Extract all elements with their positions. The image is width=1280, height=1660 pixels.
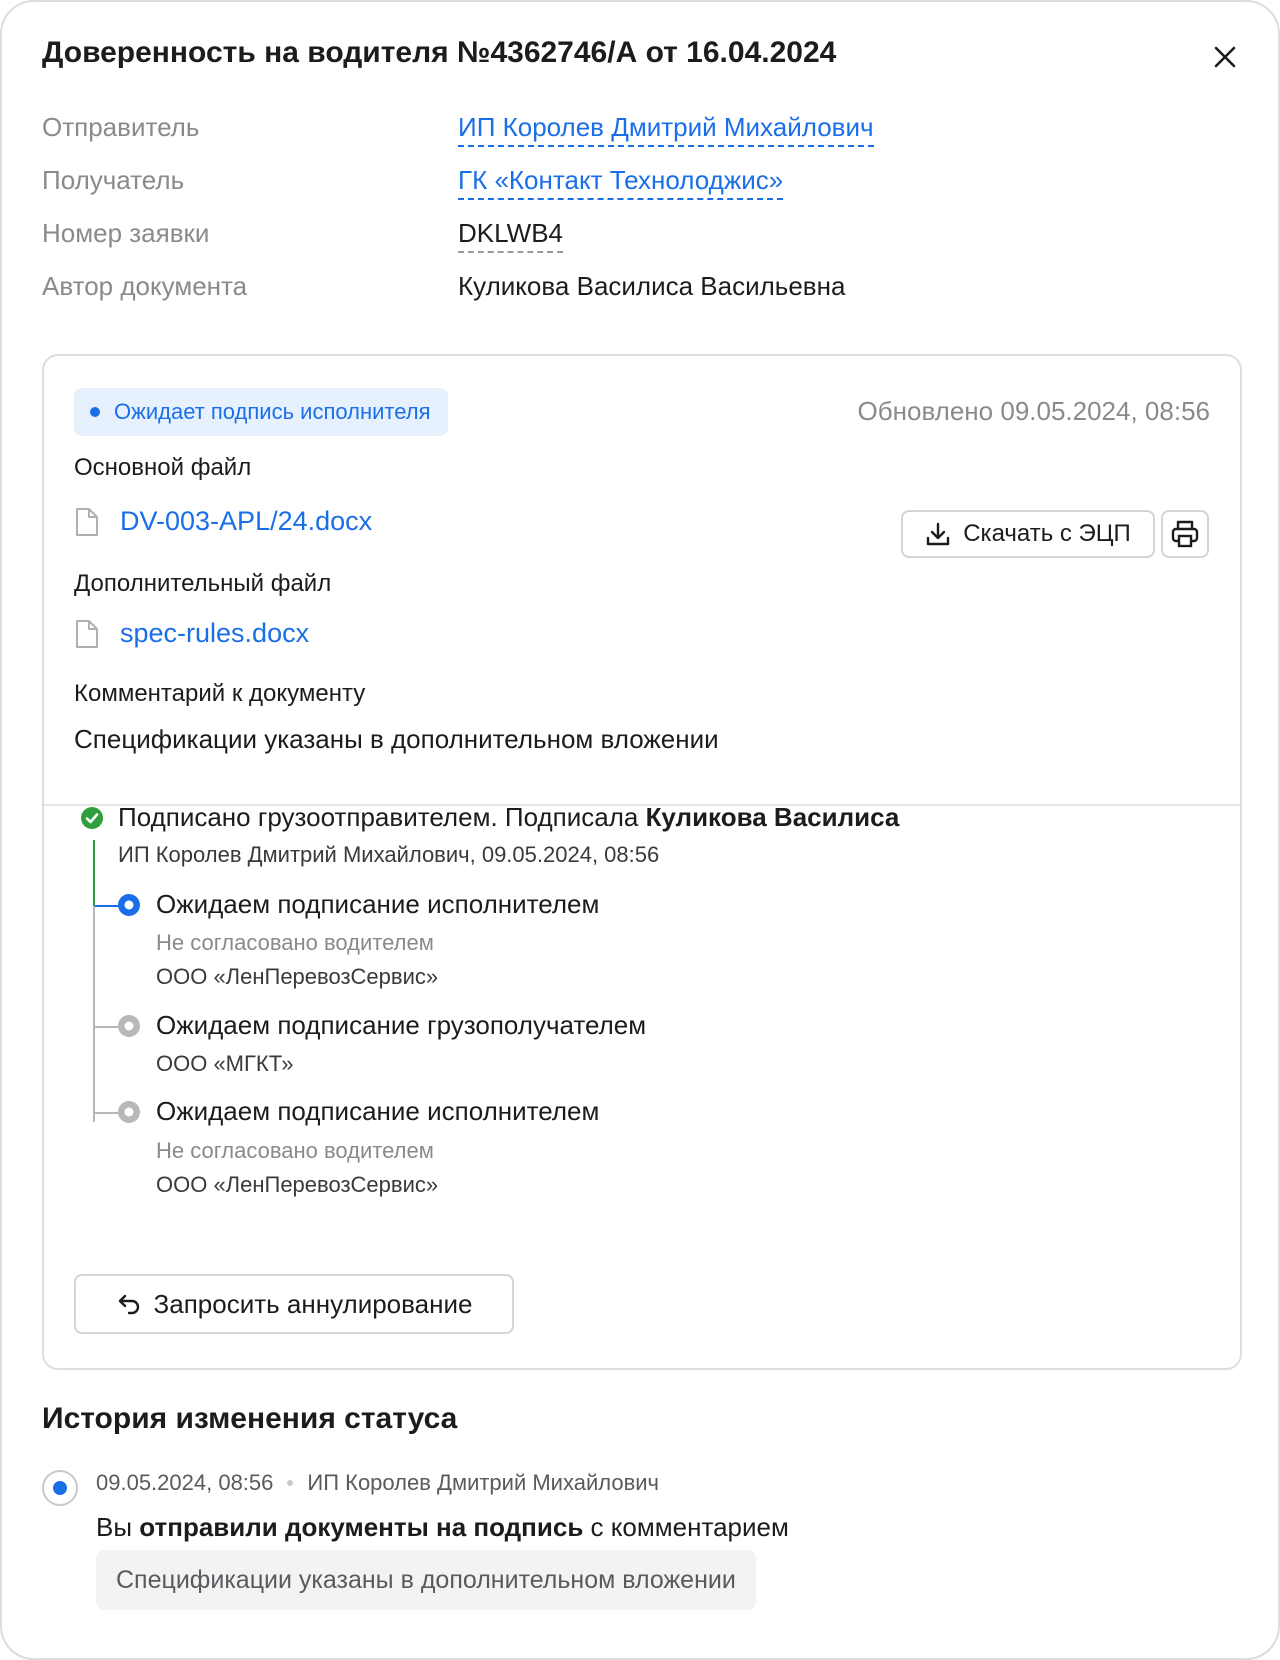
printer-icon bbox=[1171, 520, 1199, 548]
radio-pending-icon bbox=[118, 1101, 140, 1123]
main-file-label: Основной файл bbox=[74, 454, 252, 481]
document-card: Ожидает подпись исполнителя Обновлено 09… bbox=[42, 354, 1242, 1370]
modal-title: Доверенность на водителя №4362746/А от 1… bbox=[42, 36, 837, 69]
undo-icon bbox=[118, 1294, 139, 1315]
separator-dot-icon bbox=[287, 1480, 294, 1486]
download-button-label: Скачать с ЭЦП bbox=[963, 520, 1131, 547]
history-actor: ИП Королев Дмитрий Михайлович bbox=[307, 1470, 660, 1495]
step-title: Ожидаем подписание исполнителем bbox=[156, 1096, 600, 1126]
request-number[interactable]: DKLWB4 bbox=[458, 218, 563, 253]
status-badge: Ожидает подпись исполнителя bbox=[74, 388, 449, 436]
comment-text: Спецификации указаны в дополнительном вл… bbox=[74, 724, 719, 754]
meta-row-request: Номер заявки DKLWB4 bbox=[42, 218, 1222, 258]
updated-timestamp: Обновлено 09.05.2024, 08:56 bbox=[857, 396, 1210, 426]
history-radio-icon bbox=[42, 1470, 78, 1506]
document-modal: Доверенность на водителя №4362746/А от 1… bbox=[0, 0, 1280, 1660]
meta-row-author: Автор документа Куликова Василиса Василь… bbox=[42, 271, 1222, 311]
step-note: Не согласовано водителем bbox=[156, 1138, 434, 1163]
author-label: Автор документа bbox=[42, 271, 248, 301]
step-org: ООО «ЛенПеревозСервис» bbox=[156, 1172, 439, 1197]
request-label: Номер заявки bbox=[42, 218, 210, 248]
signed-status-title: Подписано грузоотправителем. Подписала К… bbox=[118, 802, 900, 832]
signed-status-details: ИП Королев Дмитрий Михайлович, 09.05.202… bbox=[118, 842, 660, 867]
main-file-row: DV-003-APL/24.docx bbox=[74, 506, 372, 537]
timeline-connector-pending bbox=[93, 906, 95, 1122]
meta-row-sender: Отправитель ИП Королев Дмитрий Михайлови… bbox=[42, 112, 1222, 152]
step-org: ООО «МГКТ» bbox=[156, 1051, 294, 1076]
close-button[interactable] bbox=[1210, 42, 1240, 72]
comment-label: Комментарий к документу bbox=[74, 680, 366, 707]
radio-active-icon bbox=[118, 894, 140, 916]
step-note: Не согласовано водителем bbox=[156, 930, 434, 955]
history-timestamp: 09.05.2024, 08:56 bbox=[96, 1470, 274, 1495]
recipient-link[interactable]: ГК «Контакт Технолоджис» bbox=[458, 165, 784, 200]
recipient-label: Получатель bbox=[42, 165, 185, 195]
print-button[interactable] bbox=[1161, 510, 1209, 558]
extra-file-label: Дополнительный файл bbox=[74, 570, 332, 597]
extra-file-link[interactable]: spec-rules.docx bbox=[120, 618, 309, 649]
close-icon bbox=[1214, 46, 1236, 68]
history-meta: 09.05.2024, 08:56 ИП Королев Дмитрий Мих… bbox=[96, 1470, 659, 1496]
sender-link[interactable]: ИП Королев Дмитрий Михайлович bbox=[458, 112, 874, 147]
annul-button-label: Запросить аннулирование bbox=[153, 1288, 473, 1319]
download-icon bbox=[927, 522, 950, 546]
history-text: Вы отправили документы на подпись с комм… bbox=[96, 1512, 789, 1542]
status-dot-icon bbox=[90, 407, 100, 417]
step-title: Ожидаем подписание грузополучателем bbox=[156, 1010, 647, 1040]
extra-file-row: spec-rules.docx bbox=[74, 618, 309, 649]
main-file-link[interactable]: DV-003-APL/24.docx bbox=[120, 506, 372, 537]
radio-pending-icon bbox=[118, 1015, 140, 1037]
timeline-connector-done bbox=[93, 840, 95, 906]
status-text: Ожидает подпись исполнителя bbox=[114, 399, 431, 424]
check-circle-icon bbox=[81, 807, 103, 829]
author-value: Куликова Василиса Васильевна bbox=[458, 271, 846, 301]
step-title: Ожидаем подписание исполнителем bbox=[156, 889, 600, 919]
step-org: ООО «ЛенПеревозСервис» bbox=[156, 964, 439, 989]
file-icon bbox=[76, 619, 98, 648]
request-annulment-button[interactable]: Запросить аннулирование bbox=[74, 1274, 514, 1334]
meta-row-recipient: Получатель ГК «Контакт Технолоджис» bbox=[42, 165, 1222, 205]
file-icon bbox=[76, 507, 98, 536]
download-with-signature-button[interactable]: Скачать с ЭЦП bbox=[901, 510, 1155, 558]
history-title: История изменения статуса bbox=[42, 1402, 458, 1435]
sender-label: Отправитель bbox=[42, 112, 200, 142]
history-comment: Спецификации указаны в дополнительном вл… bbox=[96, 1550, 756, 1610]
